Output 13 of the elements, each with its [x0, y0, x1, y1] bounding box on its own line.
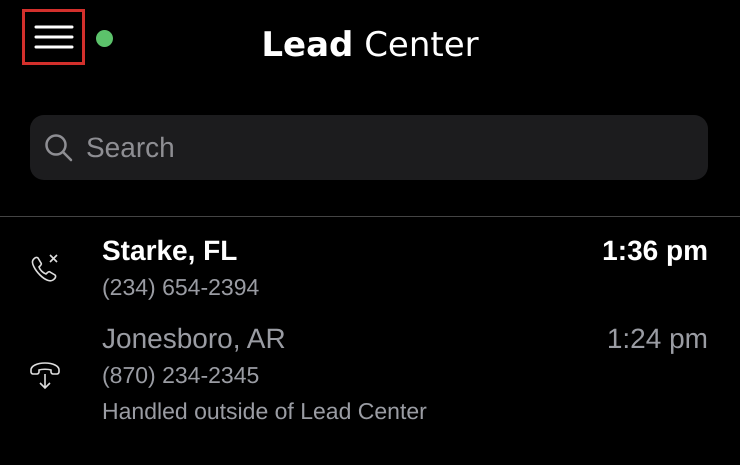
menu-button[interactable]: [22, 9, 85, 65]
search-icon: [44, 132, 74, 162]
menu-icon: [34, 24, 74, 50]
app-title: Lead Center: [261, 24, 479, 67]
call-note: Handled outside of Lead Center: [102, 397, 428, 426]
search-field[interactable]: Search: [84, 126, 708, 170]
call-location: Starke, FL: [102, 234, 238, 268]
call-time: 1:24 pm: [606, 323, 708, 354]
call-location: Jonesboro, AR: [102, 322, 287, 356]
phone-number: (234) 654-2394: [102, 273, 260, 302]
call-time: 1:36 pm: [602, 235, 708, 266]
phone-number: (870) 234-2345: [102, 361, 260, 390]
search-field[interactable]: Search: [30, 115, 708, 180]
